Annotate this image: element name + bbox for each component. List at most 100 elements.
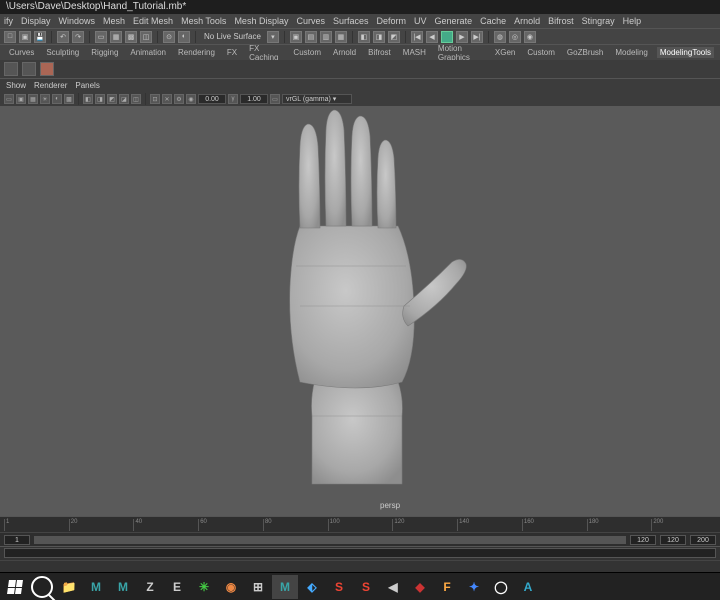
menu-windows[interactable]: Windows	[59, 16, 96, 26]
vt-light-icon[interactable]: ☀	[40, 94, 50, 104]
taskbar-zbrush[interactable]: Z	[137, 575, 163, 599]
vt-iso-icon[interactable]: ⊡	[150, 94, 160, 104]
taskbar-dropbox[interactable]: ⬖	[299, 575, 325, 599]
menu-display[interactable]: Display	[21, 16, 51, 26]
vt-a-icon[interactable]: ◧	[83, 94, 93, 104]
menu-arnold[interactable]: Arnold	[514, 16, 540, 26]
graph-icon[interactable]: ◩	[388, 31, 400, 43]
menu-cache[interactable]: Cache	[480, 16, 506, 26]
redo-icon[interactable]: ↷	[72, 31, 84, 43]
sym-icon[interactable]: ◐	[178, 31, 190, 43]
x2-icon[interactable]: ◎	[509, 31, 521, 43]
taskbar-file-explorer[interactable]: 📁	[56, 575, 82, 599]
panel-menu-panels[interactable]: Panels	[75, 81, 99, 90]
chevron-down-icon[interactable]: ▾	[267, 31, 279, 43]
vt-c-icon[interactable]: ◩	[107, 94, 117, 104]
panel-menu-renderer[interactable]: Renderer	[34, 81, 67, 90]
shelf-tab-custom[interactable]: Custom	[524, 47, 558, 58]
menu-help[interactable]: Help	[623, 16, 642, 26]
shelf-tab-animation[interactable]: Animation	[127, 47, 169, 58]
mel-input[interactable]	[4, 548, 716, 558]
vt-shade-icon[interactable]: ◐	[52, 94, 62, 104]
vt-select-icon[interactable]: ▭	[4, 94, 14, 104]
taskbar-oculus[interactable]: ◯	[488, 575, 514, 599]
menu-stingray[interactable]: Stingray	[582, 16, 615, 26]
taskbar-app-s2[interactable]: S	[353, 575, 379, 599]
vt-cam-icon[interactable]: ▣	[16, 94, 26, 104]
range-mid-field[interactable]: 120	[630, 535, 656, 545]
menu-surfaces[interactable]: Surfaces	[333, 16, 369, 26]
magnet-icon[interactable]: ⊙	[163, 31, 175, 43]
vt-x-icon[interactable]: ✕	[162, 94, 172, 104]
shelf-tabs[interactable]: Curves Sculpting Rigging Animation Rendering…	[0, 44, 720, 60]
menu-bar[interactable]: ifyDisplayWindowsMeshEdit MeshMesh Tools…	[0, 14, 720, 28]
menu-mesh-tools[interactable]: Mesh Tools	[181, 16, 226, 26]
viewport[interactable]: persp	[0, 106, 720, 516]
gamma-field[interactable]: 1.00	[240, 94, 268, 104]
menu-bifrost[interactable]: Bifrost	[548, 16, 574, 26]
start-button[interactable]	[2, 575, 28, 599]
vt-d-icon[interactable]: ◪	[119, 94, 129, 104]
range-start-field[interactable]: 1	[4, 535, 30, 545]
time-slider[interactable]: 120406080100120140160180200	[0, 516, 720, 532]
shelf-tab-curves[interactable]: Curves	[6, 47, 37, 58]
shelf-tool-3-icon[interactable]	[40, 62, 54, 76]
vt-grid-icon[interactable]: ▦	[28, 94, 38, 104]
playback-play-icon[interactable]	[441, 31, 453, 43]
taskbar-unity[interactable]: ◀	[380, 575, 406, 599]
shelf-tab-rigging[interactable]: Rigging	[88, 47, 121, 58]
panel-menu-bar[interactable]: Show Renderer Panels	[0, 78, 720, 92]
playback-fwd-icon[interactable]: ▶|	[471, 31, 483, 43]
shelf-tab-arnold[interactable]: Arnold	[330, 47, 359, 58]
snap3-icon[interactable]: ◫	[140, 31, 152, 43]
vt-wire-icon[interactable]: ▩	[64, 94, 74, 104]
ipr-icon[interactable]: ▤	[305, 31, 317, 43]
taskbar-maya-active[interactable]: M	[272, 575, 298, 599]
shelf-tab-gozbrush[interactable]: GoZBrush	[564, 47, 606, 58]
shelf-tab-mash[interactable]: MASH	[400, 47, 429, 58]
outliner-icon[interactable]: ◨	[373, 31, 385, 43]
x3-icon[interactable]: ◉	[524, 31, 536, 43]
shelf-tab-modelingtools[interactable]: ModelingTools	[657, 47, 714, 58]
snap2-icon[interactable]: ▩	[125, 31, 137, 43]
taskbar-chrome[interactable]: ◉	[218, 575, 244, 599]
select-icon[interactable]: ▭	[95, 31, 107, 43]
taskbar-search[interactable]	[29, 575, 55, 599]
shelf-tab-sculpting[interactable]: Sculpting	[43, 47, 82, 58]
playback-prev-icon[interactable]: ◀	[426, 31, 438, 43]
tool-save-icon[interactable]: 💾	[34, 31, 46, 43]
vt-gamma-icon[interactable]: γ	[228, 94, 238, 104]
vt-gear-icon[interactable]: ⚙	[174, 94, 184, 104]
taskbar-epic[interactable]: E	[164, 575, 190, 599]
shelf-tab-rendering[interactable]: Rendering	[175, 47, 218, 58]
shelf-tab-xgen[interactable]: XGen	[492, 47, 518, 58]
menu-generate[interactable]: Generate	[435, 16, 473, 26]
no-live-surface-label[interactable]: No Live Surface	[204, 32, 261, 41]
playback-rew-icon[interactable]: |◀	[411, 31, 423, 43]
hyper-icon[interactable]: ◧	[358, 31, 370, 43]
vt-b-icon[interactable]: ◨	[95, 94, 105, 104]
taskbar-autodesk[interactable]: A	[515, 575, 541, 599]
taskbar-app-green[interactable]: ✳	[191, 575, 217, 599]
menu-ify[interactable]: ify	[4, 16, 13, 26]
vt-film-icon[interactable]: ▭	[270, 94, 280, 104]
taskbar-substance[interactable]: ◆	[407, 575, 433, 599]
taskbar-maya1[interactable]: M	[83, 575, 109, 599]
shelf-tool-1-icon[interactable]	[4, 62, 18, 76]
playback-next-icon[interactable]: ▶	[456, 31, 468, 43]
windows-taskbar[interactable]: 📁MMZE✳◉⊞M⬖SS◀◆F✦◯A	[0, 572, 720, 600]
tool-new-icon[interactable]: □	[4, 31, 16, 43]
hand-mesh[interactable]	[290, 110, 467, 484]
snap-icon[interactable]: ▦	[110, 31, 122, 43]
panel-menu-show[interactable]: Show	[6, 81, 26, 90]
menu-mesh-display[interactable]: Mesh Display	[234, 16, 288, 26]
menu-deform[interactable]: Deform	[377, 16, 407, 26]
taskbar-app-blue[interactable]: ✦	[461, 575, 487, 599]
renderer-dropdown[interactable]: vrGL (gamma) ▾	[282, 94, 352, 104]
undo-icon[interactable]: ↶	[57, 31, 69, 43]
range-r1-field[interactable]: 120	[660, 535, 686, 545]
range-track[interactable]	[34, 536, 626, 544]
range-r2-field[interactable]: 200	[690, 535, 716, 545]
render-icon[interactable]: ▣	[290, 31, 302, 43]
vt-dot-icon[interactable]: ◉	[186, 94, 196, 104]
